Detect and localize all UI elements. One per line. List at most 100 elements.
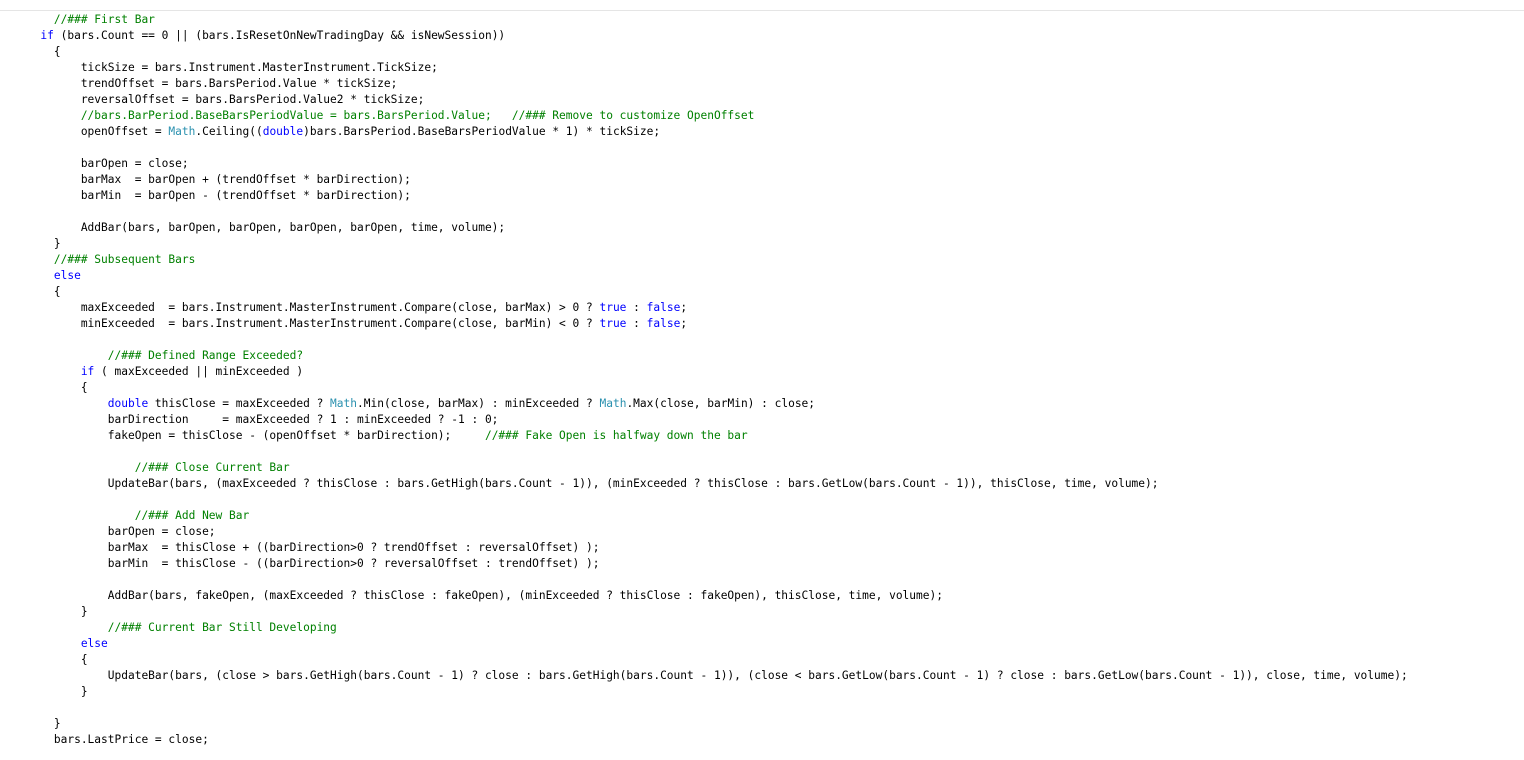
code-line[interactable]: { xyxy=(0,44,1524,60)
code-text: barMax = barOpen + (trendOffset * barDir… xyxy=(0,173,411,186)
code-comment: //### Subsequent Bars xyxy=(0,253,196,266)
code-text: .Ceiling(( xyxy=(195,125,263,138)
code-text: maxExceeded = bars.Instrument.MasterInst… xyxy=(0,301,600,314)
code-text: openOffset = xyxy=(0,125,169,138)
code-text: : xyxy=(626,301,647,314)
code-text: barDirection = maxExceeded ? 1 : minExce… xyxy=(0,413,499,426)
code-line[interactable] xyxy=(0,700,1524,716)
code-text: ; xyxy=(680,301,688,314)
code-type: Math xyxy=(168,125,196,138)
code-line[interactable]: } xyxy=(0,716,1524,732)
code-keyword: if xyxy=(0,365,95,378)
code-line[interactable]: AddBar(bars, barOpen, barOpen, barOpen, … xyxy=(0,220,1524,236)
code-line[interactable]: barOpen = close; xyxy=(0,524,1524,540)
code-line[interactable]: minExceeded = bars.Instrument.MasterInst… xyxy=(0,316,1524,332)
code-line[interactable]: barMin = barOpen - (trendOffset * barDir… xyxy=(0,188,1524,204)
code-comment: //### Close Current Bar xyxy=(0,461,290,474)
code-comment: //### First Bar xyxy=(0,13,155,26)
code-text: .Max(close, barMin) : close; xyxy=(626,397,816,410)
code-line[interactable]: if ( maxExceeded || minExceeded ) xyxy=(0,364,1524,380)
code-text: barMin = barOpen - (trendOffset * barDir… xyxy=(0,189,411,202)
code-text: AddBar(bars, barOpen, barOpen, barOpen, … xyxy=(0,221,506,234)
code-line[interactable]: { xyxy=(0,380,1524,396)
code-line[interactable]: barMin = thisClose - ((barDirection>0 ? … xyxy=(0,556,1524,572)
code-text: .Min(close, barMax) : minExceeded ? xyxy=(357,397,600,410)
code-line[interactable] xyxy=(0,204,1524,220)
code-type: Math xyxy=(330,397,357,410)
code-keyword: double xyxy=(262,125,304,138)
code-keyword: true xyxy=(599,317,627,330)
code-line[interactable]: //### First Bar xyxy=(0,12,1524,28)
code-line[interactable]: openOffset = Math.Ceiling((double)bars.B… xyxy=(0,124,1524,140)
code-comment: //### Fake Open is halfway down the bar xyxy=(484,429,748,442)
code-text: barOpen = close; xyxy=(0,157,189,170)
code-line[interactable]: barMax = barOpen + (trendOffset * barDir… xyxy=(0,172,1524,188)
code-line[interactable]: } xyxy=(0,604,1524,620)
code-line[interactable]: //### Current Bar Still Developing xyxy=(0,620,1524,636)
code-line[interactable]: { xyxy=(0,284,1524,300)
code-keyword: if xyxy=(0,29,54,42)
code-comment: //### Current Bar Still Developing xyxy=(0,621,337,634)
code-editor[interactable]: //### First Bar if (bars.Count == 0 || (… xyxy=(0,12,1524,748)
code-line[interactable]: bars.LastPrice = close; xyxy=(0,732,1524,748)
code-line[interactable]: barMax = thisClose + ((barDirection>0 ? … xyxy=(0,540,1524,556)
code-text: } xyxy=(0,717,61,730)
code-text: ; xyxy=(680,317,688,330)
code-keyword: double xyxy=(0,397,149,410)
code-line[interactable]: maxExceeded = bars.Instrument.MasterInst… xyxy=(0,300,1524,316)
code-text: : xyxy=(626,317,647,330)
code-line[interactable] xyxy=(0,492,1524,508)
code-text: ( maxExceeded || minExceeded ) xyxy=(94,365,304,378)
code-text: { xyxy=(0,285,61,298)
code-text: )bars.BarsPeriod.BaseBarsPeriodValue * 1… xyxy=(303,125,661,138)
code-line[interactable]: UpdateBar(bars, (close > bars.GetHigh(ba… xyxy=(0,668,1524,684)
code-line[interactable]: barOpen = close; xyxy=(0,156,1524,172)
code-line[interactable]: fakeOpen = thisClose - (openOffset * bar… xyxy=(0,428,1524,444)
code-text: (bars.Count == 0 || (bars.IsResetOnNewTr… xyxy=(53,29,506,42)
code-text: { xyxy=(0,45,61,58)
code-line[interactable]: } xyxy=(0,236,1524,252)
code-line[interactable]: //### Defined Range Exceeded? xyxy=(0,348,1524,364)
code-text: } xyxy=(0,237,61,250)
code-line[interactable]: } xyxy=(0,684,1524,700)
code-text: minExceeded = bars.Instrument.MasterInst… xyxy=(0,317,600,330)
top-divider xyxy=(0,10,1524,11)
code-text: fakeOpen = thisClose - (openOffset * bar… xyxy=(0,429,485,442)
code-text: barMin = thisClose - ((barDirection>0 ? … xyxy=(0,557,600,570)
code-line[interactable]: AddBar(bars, fakeOpen, (maxExceeded ? th… xyxy=(0,588,1524,604)
code-comment: //### Add New Bar xyxy=(0,509,250,522)
code-type: Math xyxy=(599,397,627,410)
code-line[interactable]: //bars.BarPeriod.BaseBarsPeriodValue = b… xyxy=(0,108,1524,124)
code-text: { xyxy=(0,381,88,394)
code-line[interactable]: reversalOffset = bars.BarsPeriod.Value2 … xyxy=(0,92,1524,108)
code-line[interactable] xyxy=(0,140,1524,156)
code-text: tickSize = bars.Instrument.MasterInstrum… xyxy=(0,61,438,74)
code-keyword: else xyxy=(0,269,81,282)
code-line[interactable]: barDirection = maxExceeded ? 1 : minExce… xyxy=(0,412,1524,428)
code-line[interactable]: //### Close Current Bar xyxy=(0,460,1524,476)
code-text: { xyxy=(0,653,88,666)
code-text: AddBar(bars, fakeOpen, (maxExceeded ? th… xyxy=(0,589,943,602)
code-line[interactable]: //### Subsequent Bars xyxy=(0,252,1524,268)
code-text: UpdateBar(bars, (close > bars.GetHigh(ba… xyxy=(0,669,1408,682)
code-line[interactable]: UpdateBar(bars, (maxExceeded ? thisClose… xyxy=(0,476,1524,492)
code-text: UpdateBar(bars, (maxExceeded ? thisClose… xyxy=(0,477,1159,490)
code-text: reversalOffset = bars.BarsPeriod.Value2 … xyxy=(0,93,425,106)
code-line[interactable] xyxy=(0,444,1524,460)
code-line[interactable]: if (bars.Count == 0 || (bars.IsResetOnNe… xyxy=(0,28,1524,44)
code-keyword: false xyxy=(646,317,681,330)
code-keyword: else xyxy=(0,637,108,650)
code-line[interactable]: tickSize = bars.Instrument.MasterInstrum… xyxy=(0,60,1524,76)
code-line[interactable]: //### Add New Bar xyxy=(0,508,1524,524)
code-line[interactable] xyxy=(0,572,1524,588)
code-comment: //bars.BarPeriod.BaseBarsPeriodValue = b… xyxy=(0,109,755,122)
code-line[interactable]: else xyxy=(0,268,1524,284)
code-text: barOpen = close; xyxy=(0,525,216,538)
code-text: thisClose = maxExceeded ? xyxy=(148,397,331,410)
code-text: trendOffset = bars.BarsPeriod.Value * ti… xyxy=(0,77,398,90)
code-line[interactable]: double thisClose = maxExceeded ? Math.Mi… xyxy=(0,396,1524,412)
code-line[interactable]: else xyxy=(0,636,1524,652)
code-line[interactable]: trendOffset = bars.BarsPeriod.Value * ti… xyxy=(0,76,1524,92)
code-line[interactable] xyxy=(0,332,1524,348)
code-line[interactable]: { xyxy=(0,652,1524,668)
